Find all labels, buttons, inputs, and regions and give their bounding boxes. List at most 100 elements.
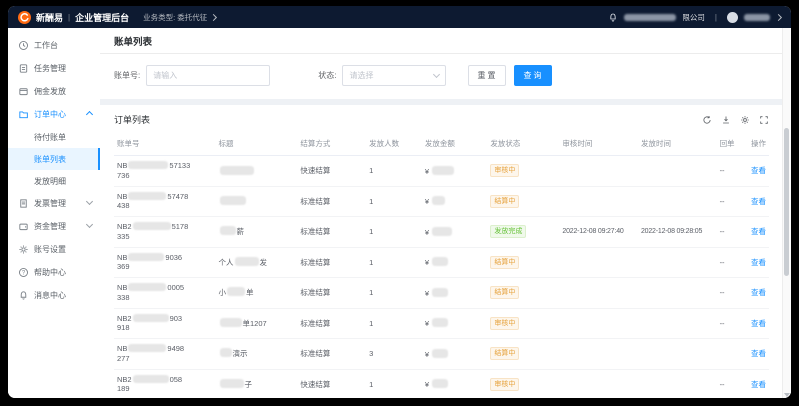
page-title: 账单列表 [100,28,783,54]
status-badge: 结算中 [490,195,519,208]
table-body: NB57133736快速结算1¥ 审核中--查看NB57478438标准结算1¥… [114,156,769,399]
cell-amount: ¥ [422,247,488,278]
avatar[interactable] [727,12,738,23]
svg-text:?: ? [22,271,26,277]
sidebar-label: 发票管理 [34,198,66,209]
cell-action: 查看 [743,156,769,187]
search-button[interactable]: 查询 [514,65,552,86]
redacted-text [133,222,171,230]
col-count: 发放人数 [366,132,422,156]
table-row: NB9036369个人发标准结算1¥ 结算中--查看 [114,247,769,278]
sidebar-label: 消息中心 [34,290,66,301]
app-body: 工作台 任务管理 佣金发放 订单中心 [8,28,791,398]
scrollbar-thumb[interactable] [784,128,789,276]
collapse-caret-icon[interactable] [87,110,92,119]
cell-bill-no: NB25178335 [114,217,216,248]
table-row: NB9498277演示标准结算3¥ 结算中查看 [114,339,769,370]
fullscreen-icon[interactable] [759,115,769,125]
table-section-title: 订单列表 [114,113,150,126]
cell-settlement: 标准结算 [297,308,366,339]
view-link[interactable]: 查看 [751,197,766,206]
sidebar-item-message-center[interactable]: 消息中心 [8,284,100,307]
vertical-scrollbar[interactable] [782,28,791,398]
view-link[interactable]: 查看 [751,319,766,328]
expand-caret-icon[interactable] [87,222,92,231]
refresh-icon[interactable] [702,115,712,125]
redacted-text [220,196,246,205]
cell-pay-time [638,339,717,370]
cell-bill-no: NB9036369 [114,247,216,278]
bill-no-input[interactable] [146,65,270,86]
cell-status: 结算中 [487,247,559,278]
sidebar-item-tasks[interactable]: 任务管理 [8,57,100,80]
redacted-text [128,192,166,200]
status-badge: 结算中 [490,347,519,360]
sidebar-item-account-settings[interactable]: 账号设置 [8,238,100,261]
reset-button[interactable]: 重置 [468,65,506,86]
table-row: NB0005338小单标准结算1¥ 结算中--查看 [114,278,769,309]
redacted-text [432,227,452,236]
cell-amount: ¥ [422,217,488,248]
sidebar-item-commission-payout[interactable]: 佣金发放 [8,80,100,103]
redacted-text [235,257,259,266]
redacted-text [432,318,448,327]
cell-receipt: -- [717,247,743,278]
cell-title: 子 [216,369,298,398]
cell-receipt: -- [717,217,743,248]
column-settings-icon[interactable] [740,115,750,125]
bell-icon[interactable] [608,12,618,23]
view-link[interactable]: 查看 [751,380,766,389]
scrollbar-down-arrow-icon[interactable] [784,393,790,397]
company-name-suffix: 限公司 [682,12,705,23]
view-link[interactable]: 查看 [751,288,766,297]
view-link[interactable]: 查看 [751,258,766,267]
cell-receipt [717,339,743,370]
cell-amount: ¥ [422,156,488,187]
cell-audit-time [559,247,638,278]
user-divider: | [715,13,717,22]
cell-audit-time [559,186,638,217]
sidebar-item-help-center[interactable]: ? 帮助中心 [8,261,100,284]
sidebar-item-invoice[interactable]: 发票管理 [8,192,100,215]
clipboard-icon [18,63,29,74]
sidebar-label: 帮助中心 [34,267,66,278]
sidebar-subitem-pending-bills[interactable]: 待付账单 [8,126,100,148]
app-subtitle: 企业管理后台 [75,11,129,24]
sidebar-label: 任务管理 [34,63,66,74]
table-row: NB25178335薪标准结算1¥ 发放完成2022-12-08 09:27:4… [114,217,769,248]
brand-divider: | [68,13,70,22]
cell-status: 结算中 [487,278,559,309]
col-settlement: 结算方式 [297,132,366,156]
cell-settlement: 标准结算 [297,186,366,217]
redacted-text [128,283,166,291]
status-badge: 发放完成 [490,225,526,238]
col-title: 标题 [216,132,298,156]
redacted-text [227,287,245,296]
view-link[interactable]: 查看 [751,349,766,358]
sidebar-item-workbench[interactable]: 工作台 [8,34,100,57]
cell-action: 查看 [743,186,769,217]
sidebar-sublabel: 待付账单 [34,132,66,143]
cell-title: 小单 [216,278,298,309]
cell-pay-time: 2022-12-08 09:28:05 [638,217,717,248]
view-link[interactable]: 查看 [751,227,766,236]
download-icon[interactable] [721,115,731,125]
sidebar-item-order-center[interactable]: 订单中心 [8,103,100,126]
cell-pay-time [638,156,717,187]
cell-receipt: -- [717,308,743,339]
sidebar-item-funds[interactable]: 资金管理 [8,215,100,238]
biz-type-label[interactable]: 业务类型: 委托代征 [143,12,207,23]
expand-caret-icon[interactable] [87,199,92,208]
status-select[interactable]: 请选择 [342,65,446,86]
cell-bill-no: NB2903918 [114,308,216,339]
sidebar-subitem-bill-list[interactable]: 账单列表 [8,148,100,170]
cell-bill-no: NB0005338 [114,278,216,309]
chevron-down-icon [433,71,440,78]
sidebar-subitem-payout-detail[interactable]: 发放明细 [8,170,100,192]
view-link[interactable]: 查看 [751,166,766,175]
user-menu-caret-icon[interactable] [775,13,782,20]
biz-caret-icon[interactable] [210,13,217,20]
cell-amount: ¥ [422,339,488,370]
cell-title: 薪 [216,217,298,248]
cell-bill-no: NB57133736 [114,156,216,187]
